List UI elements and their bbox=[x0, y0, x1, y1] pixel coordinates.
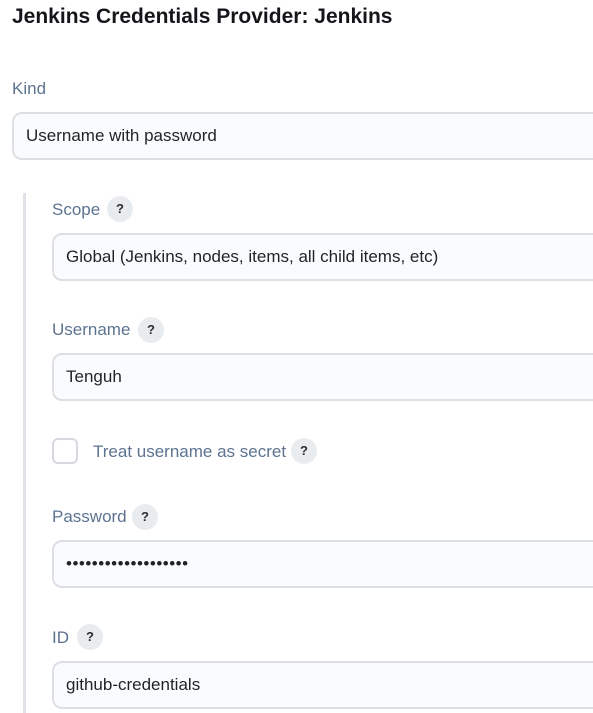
username-help-icon[interactable]: ? bbox=[138, 317, 164, 343]
kind-select[interactable]: Username with password bbox=[12, 112, 593, 160]
id-label: ID bbox=[52, 628, 69, 647]
username-label: Username bbox=[52, 320, 131, 339]
password-help-icon[interactable]: ? bbox=[132, 504, 158, 530]
password-label: Password bbox=[52, 507, 127, 526]
nested-section-bar bbox=[23, 193, 26, 713]
id-input[interactable]: github-credentials bbox=[52, 661, 593, 709]
treat-username-secret-label[interactable]: Treat username as secret bbox=[93, 441, 286, 463]
kind-label: Kind bbox=[12, 79, 47, 98]
scope-help-icon[interactable]: ? bbox=[107, 196, 133, 222]
password-input[interactable]: ••••••••••••••••••• bbox=[52, 540, 593, 588]
username-input[interactable]: Tenguh bbox=[52, 353, 593, 401]
id-help-icon[interactable]: ? bbox=[77, 624, 103, 650]
treat-username-secret-help-icon[interactable]: ? bbox=[291, 438, 317, 464]
treat-username-secret-checkbox[interactable] bbox=[52, 438, 78, 464]
page-title: Jenkins Credentials Provider: Jenkins bbox=[12, 5, 393, 28]
scope-select[interactable]: Global (Jenkins, nodes, items, all child… bbox=[52, 233, 593, 281]
scope-label: Scope bbox=[52, 200, 101, 219]
